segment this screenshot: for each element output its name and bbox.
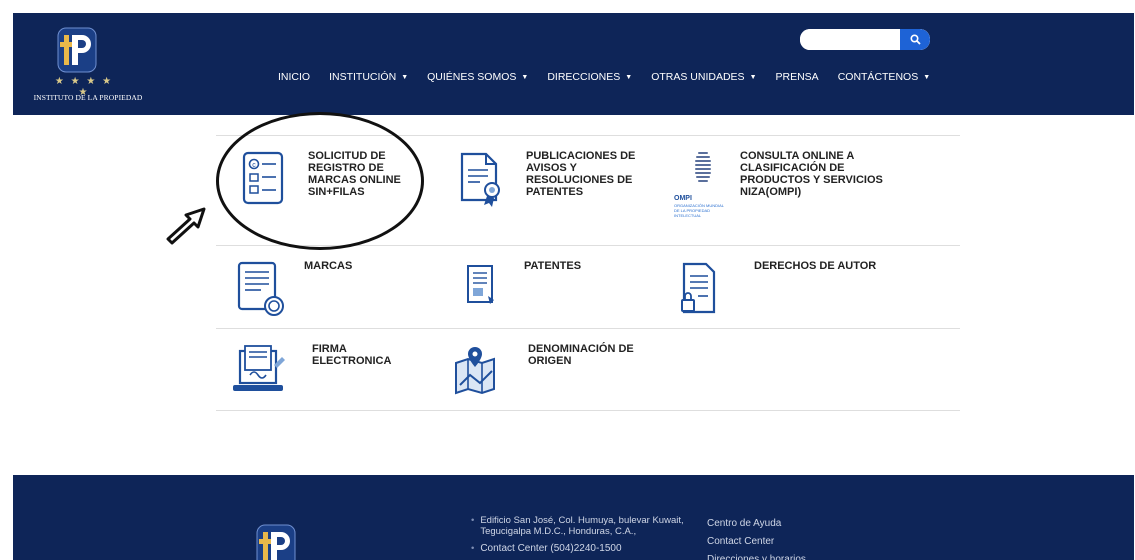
nav-label: INICIO	[278, 71, 311, 83]
pointer-arrow-icon	[166, 207, 206, 245]
nav-label: INSTITUCIÓN	[329, 71, 397, 83]
bullet-icon: •	[471, 515, 475, 526]
search-button[interactable]	[900, 29, 930, 50]
copyright-lock-document-icon	[681, 262, 716, 314]
nav-label: OTRAS UNIDADES	[651, 71, 745, 83]
map-location-icon	[455, 347, 495, 395]
grid-divider	[216, 410, 960, 411]
card-label: DENOMINACIÓN DE ORIGEN	[528, 343, 634, 367]
ompi-logo-icon: OMPI ORGANIZACIÓN MUNDIAL DE LA PROPIEDA…	[672, 150, 738, 218]
nav-prensa[interactable]: PRENSA	[776, 71, 819, 83]
chevron-down-icon: ▼	[923, 73, 931, 81]
nav-inicio[interactable]: INICIO	[278, 71, 310, 83]
laptop-signature-icon	[233, 345, 285, 391]
search-box	[800, 29, 930, 50]
address-text: Edificio San José, Col. Humuya, bulevar …	[480, 515, 684, 537]
site-header: ★ ★ ★ ★ ★ INSTITUTO DE LA PROPIEDAD INIC…	[13, 13, 1134, 115]
ompi-line: INTELECTUAL	[674, 213, 702, 218]
card-denominacion-origen[interactable]: DENOMINACIÓN DE ORIGEN	[452, 343, 648, 403]
nav-label: QUIÉNES SOMOS	[427, 71, 517, 83]
card-label: PUBLICACIONES DE AVISOS Y RESOLUCIONES D…	[526, 150, 636, 198]
chevron-down-icon: ▼	[749, 73, 757, 81]
ompi-name: OMPI	[674, 195, 692, 202]
footer-link-centro-ayuda[interactable]: Centro de Ayuda	[707, 515, 806, 533]
address-item: • Edificio San José, Col. Humuya, bulevar…	[471, 515, 697, 537]
footer-ip-logo	[256, 524, 296, 560]
card-marcas[interactable]: MARCAS	[236, 260, 414, 320]
main-nav: INICIO INSTITUCIÓN ▼ QUIÉNES SOMOS ▼ DIREC…	[278, 71, 949, 83]
chevron-down-icon: ▼	[625, 73, 633, 81]
card-consulta-niza[interactable]: OMPI ORGANIZACIÓN MUNDIAL DE LA PROPIEDA…	[672, 150, 910, 218]
trademark-document-icon	[237, 261, 284, 316]
address-item: • Contact Center (504)2240-1500	[471, 543, 697, 554]
nav-label: DIRECCIONES	[547, 71, 621, 83]
nav-direcciones[interactable]: DIRECCIONES ▼	[547, 71, 632, 83]
grid-divider	[216, 328, 960, 329]
footer-link-contact-center[interactable]: Contact Center	[707, 533, 806, 551]
card-patentes[interactable]: PATENTES	[462, 260, 644, 320]
nav-label: PRENSA	[775, 71, 819, 83]
chevron-down-icon: ▼	[401, 73, 409, 81]
card-label: FIRMA ELECTRONICA	[312, 343, 392, 367]
card-label: MARCAS	[304, 260, 353, 272]
certificate-document-icon	[460, 152, 500, 207]
ip-logo[interactable]	[57, 27, 97, 73]
nav-otras-unidades[interactable]: OTRAS UNIDADES ▼	[651, 71, 756, 83]
highlight-circle	[216, 112, 424, 250]
footer-link-direcciones-horarios[interactable]: Direcciones y horarios	[707, 551, 806, 560]
logo-text: INSTITUTO DE LA PROPIEDAD	[33, 93, 143, 102]
card-firma-electronica[interactable]: FIRMA ELECTRONICA	[230, 343, 412, 403]
patent-document-icon	[467, 265, 494, 304]
nav-contactenos[interactable]: CONTÁCTENOS ▼	[838, 71, 930, 83]
search-icon	[909, 34, 921, 45]
nav-institucion[interactable]: INSTITUCIÓN ▼	[329, 71, 408, 83]
card-label: PATENTES	[524, 260, 582, 272]
card-derechos-autor[interactable]: DERECHOS DE AUTOR	[678, 260, 894, 320]
card-publicaciones-patentes[interactable]: PUBLICACIONES DE AVISOS Y RESOLUCIONES D…	[458, 150, 646, 210]
footer-links: Centro de Ayuda Contact Center Direccion…	[707, 515, 806, 560]
ompi-globe-icon	[695, 152, 711, 182]
chevron-down-icon: ▼	[521, 73, 529, 81]
bullet-icon: •	[471, 543, 475, 554]
site-footer: • Edificio San José, Col. Humuya, bulevar…	[13, 475, 1134, 560]
nav-label: CONTÁCTENOS	[837, 71, 919, 83]
footer-address: • Edificio San José, Col. Humuya, bulevar…	[471, 515, 697, 554]
card-label: DERECHOS DE AUTOR	[754, 260, 877, 272]
card-label: CONSULTA ONLINE A CLASIFICACIÓN DE PRODU…	[740, 150, 883, 198]
search-input[interactable]	[800, 29, 900, 50]
nav-quienes-somos[interactable]: QUIÉNES SOMOS ▼	[427, 71, 528, 83]
address-text: Contact Center (504)2240-1500	[480, 543, 622, 554]
